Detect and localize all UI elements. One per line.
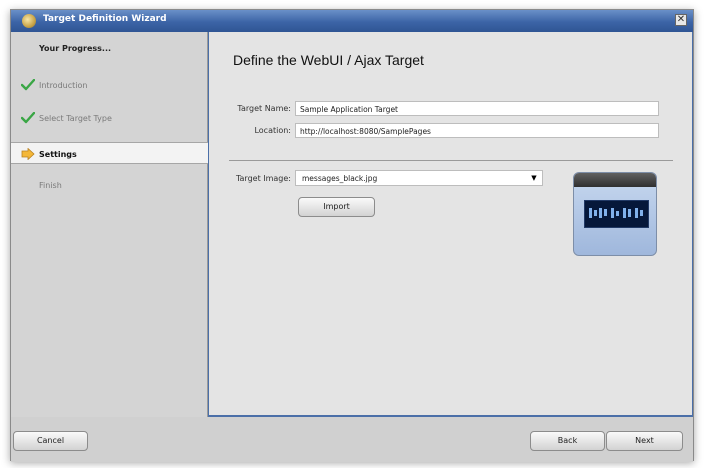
chevron-down-icon[interactable]: ▼	[529, 173, 539, 183]
sidebar-item-label: Introduction	[39, 81, 88, 90]
progress-sidebar: Your Progress... Introduction Select Tar…	[11, 32, 208, 417]
settings-panel: Define the WebUI / Ajax Target Target Na…	[208, 32, 693, 417]
progress-title: Your Progress...	[39, 44, 112, 53]
sidebar-item-settings: Settings	[11, 142, 208, 164]
preview-screen	[584, 200, 649, 228]
import-button[interactable]: Import	[298, 197, 375, 217]
target-image-select[interactable]: messages_black.jpg ▼	[295, 170, 543, 186]
target-image-label: Target Image:	[235, 174, 291, 183]
close-icon[interactable]: ✕	[675, 14, 687, 26]
title-bar: Target Definition Wizard ✕	[11, 10, 693, 32]
sidebar-item-select-target-type: Select Target Type	[11, 107, 208, 129]
next-button[interactable]: Next	[606, 431, 683, 451]
wizard-footer: Cancel Back Next	[11, 417, 693, 462]
divider	[229, 160, 673, 161]
window-title: Target Definition Wizard	[43, 14, 167, 24]
arrow-right-icon	[21, 148, 35, 160]
target-image-preview	[573, 172, 657, 256]
wizard-window: Target Definition Wizard ✕ Your Progress…	[10, 9, 694, 462]
sidebar-item-label: Select Target Type	[39, 114, 112, 123]
sidebar-item-finish: Finish	[11, 174, 208, 196]
target-name-field[interactable]: Sample Application Target	[295, 101, 659, 116]
page-title: Define the WebUI / Ajax Target	[233, 52, 424, 68]
sidebar-item-label: Settings	[39, 150, 77, 159]
back-button[interactable]: Back	[530, 431, 605, 451]
location-field[interactable]: http://localhost:8080/SamplePages	[295, 123, 659, 138]
location-label: Location:	[254, 126, 291, 135]
app-icon	[22, 14, 36, 28]
sidebar-item-introduction: Introduction	[11, 74, 208, 96]
preview-header	[574, 173, 656, 187]
sidebar-item-label: Finish	[39, 181, 62, 190]
checkmark-icon	[21, 79, 35, 91]
target-name-label: Target Name:	[237, 104, 291, 113]
target-image-value: messages_black.jpg	[302, 174, 378, 183]
cancel-button[interactable]: Cancel	[13, 431, 88, 451]
checkmark-icon	[21, 112, 35, 124]
